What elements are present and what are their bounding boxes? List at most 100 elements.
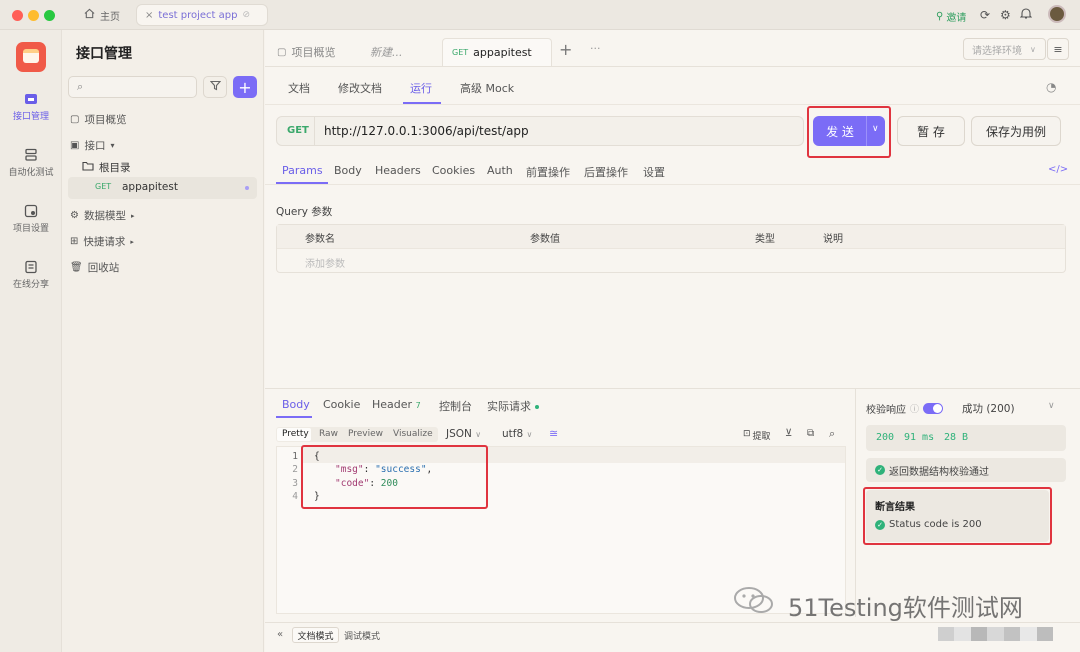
search-response-icon[interactable]: ⌕: [829, 427, 835, 441]
format-pretty[interactable]: Pretty: [282, 429, 309, 439]
rail-item-api-management[interactable]: 接口管理: [0, 92, 62, 122]
subtabs-divider: [265, 104, 1080, 105]
subtab-run[interactable]: 运行: [410, 80, 432, 96]
tab-cookies[interactable]: Cookies: [432, 164, 475, 177]
add-user-icon: ⚲: [936, 11, 944, 22]
resp-tab-console[interactable]: 控制台: [439, 398, 472, 414]
rail-item-project-settings[interactable]: 项目设置: [0, 204, 62, 234]
encoding-select[interactable]: utf8 ∨: [502, 428, 532, 440]
tab-label-new: 新建...: [370, 46, 403, 59]
sync-icon[interactable]: ⟳: [980, 8, 990, 22]
resp-tab-header[interactable]: Header 7: [372, 398, 421, 411]
filter-button[interactable]: [203, 76, 227, 98]
endpoint-method-badge: GET: [95, 182, 112, 191]
line-number: 4: [292, 491, 298, 502]
save-temp-button[interactable]: 暂 存: [897, 116, 965, 146]
project-tab[interactable]: × test project app ⊘: [136, 4, 268, 26]
left-rail: [0, 30, 62, 652]
menu-icon[interactable]: ≡: [1047, 38, 1069, 60]
format-visualize[interactable]: Visualize: [393, 429, 433, 439]
rail-item-automation[interactable]: 自动化测试: [0, 148, 62, 178]
save-as-case-button[interactable]: 保存为用例: [971, 116, 1061, 146]
schema-check-row: ✓ 返回数据结构校验通过: [866, 458, 1066, 482]
validate-response-row: 校验响应 ⓘ: [866, 401, 944, 416]
invite-label: 邀请: [946, 13, 967, 24]
add-button[interactable]: +: [233, 76, 257, 98]
format-preview[interactable]: Preview: [348, 429, 383, 439]
close-tab-icon[interactable]: ×: [145, 10, 153, 21]
sidebar-label-api: 接口: [84, 140, 106, 152]
download-icon[interactable]: ⊻: [785, 428, 792, 439]
subtab-edit-doc[interactable]: 修改文档: [338, 80, 382, 96]
overview-icon: ▢: [70, 114, 80, 125]
home-tab[interactable]: 主页: [76, 4, 128, 26]
close-window-button[interactable]: [12, 10, 23, 21]
tab-pre-ops[interactable]: 前置操作: [526, 164, 570, 180]
tab-body[interactable]: Body: [334, 164, 362, 177]
tab-label-appapitest: appapitest: [473, 46, 532, 59]
rail-label-api-management: 接口管理: [12, 112, 49, 122]
maximize-window-button[interactable]: [44, 10, 55, 21]
format-select[interactable]: JSON ∨: [446, 428, 481, 440]
format-raw[interactable]: Raw: [319, 429, 338, 439]
sidebar-item-appapitest[interactable]: GET appapitest: [68, 177, 257, 199]
collapse-icon[interactable]: «: [277, 629, 283, 640]
resp-tab-body[interactable]: Body: [282, 398, 310, 411]
home-icon: [84, 8, 95, 22]
debug-mode-button[interactable]: 调试模式: [344, 629, 380, 642]
sidebar-label-quick-requests: 快捷请求: [83, 236, 126, 248]
sidebar-item-api[interactable]: ▣ 接口 ▾: [70, 138, 114, 153]
sidebar-item-recycle[interactable]: 🗑 回收站: [70, 260, 119, 275]
toggle-knob: [933, 404, 943, 413]
resp-tab-actual[interactable]: 实际请求: [487, 398, 539, 414]
response-highlight-box: [301, 445, 488, 509]
tab-project-overview[interactable]: ▢ 项目概览: [277, 38, 335, 66]
send-highlight-box: [807, 106, 891, 158]
add-param-input[interactable]: 添加参数: [305, 255, 345, 270]
online-share-icon: [24, 260, 38, 274]
settings-gear-icon[interactable]: ⚙: [1000, 8, 1011, 22]
tab-auth[interactable]: Auth: [487, 164, 513, 177]
actual-request-dot: [534, 405, 539, 409]
tab-method-badge: GET: [452, 48, 469, 57]
method-select[interactable]: GET: [287, 125, 309, 136]
history-icon[interactable]: ◔: [1046, 80, 1056, 94]
validate-toggle[interactable]: [923, 403, 944, 414]
copy-icon[interactable]: ⧉: [807, 428, 814, 439]
more-tabs-icon[interactable]: ···: [590, 42, 601, 55]
tab-post-ops[interactable]: 后置操作: [584, 164, 628, 180]
method-divider: [314, 117, 315, 145]
new-tab-plus-icon[interactable]: +: [559, 40, 572, 59]
tab-params[interactable]: Params: [282, 164, 323, 177]
user-avatar[interactable]: [1048, 5, 1066, 23]
tab-appapitest[interactable]: GET appapitest: [442, 38, 552, 66]
sidebar-item-root[interactable]: 根目录: [82, 160, 131, 175]
wrap-lines-icon[interactable]: ≅: [549, 427, 558, 440]
code-icon[interactable]: </>: [1048, 164, 1068, 175]
tab-new[interactable]: 新建...: [370, 38, 403, 66]
url-bar: GET http://127.0.0.1:3006/api/test/app: [276, 116, 804, 146]
subtab-doc[interactable]: 文档: [288, 80, 310, 96]
notification-bell-icon[interactable]: [1019, 7, 1033, 23]
tab-headers[interactable]: Headers: [375, 164, 421, 177]
chevron-down-icon[interactable]: ∨: [1048, 401, 1055, 411]
status-select[interactable]: 成功 (200): [962, 401, 1015, 416]
rail-item-online-share[interactable]: 在线分享: [0, 260, 62, 290]
invite-button[interactable]: ⚲ 邀请: [936, 9, 966, 24]
validation-divider: [855, 389, 856, 617]
sidebar-search-input[interactable]: ⌕: [68, 76, 197, 98]
doc-mode-button[interactable]: 文档模式: [292, 627, 339, 643]
url-input[interactable]: http://127.0.0.1:3006/api/test/app: [324, 124, 529, 138]
environment-select[interactable]: 请选择环境 ∨: [963, 38, 1046, 60]
filter-icon: [209, 80, 221, 94]
tab-settings[interactable]: 设置: [643, 164, 665, 180]
sidebar-item-data-models[interactable]: ⚙ 数据模型 ▸: [70, 208, 134, 223]
minimize-window-button[interactable]: [28, 10, 39, 21]
subtab-mock[interactable]: 高级 Mock: [460, 80, 514, 96]
help-icon: ⓘ: [910, 405, 920, 415]
extract-button[interactable]: ⊡ 提取: [743, 429, 771, 442]
sidebar-label-overview: 项目概览: [84, 114, 127, 126]
resp-tab-cookie[interactable]: Cookie: [323, 398, 360, 411]
sidebar-item-project-overview[interactable]: ▢ 项目概览: [70, 112, 126, 127]
sidebar-item-quick-requests[interactable]: ⊞ 快捷请求 ▸: [70, 234, 134, 249]
